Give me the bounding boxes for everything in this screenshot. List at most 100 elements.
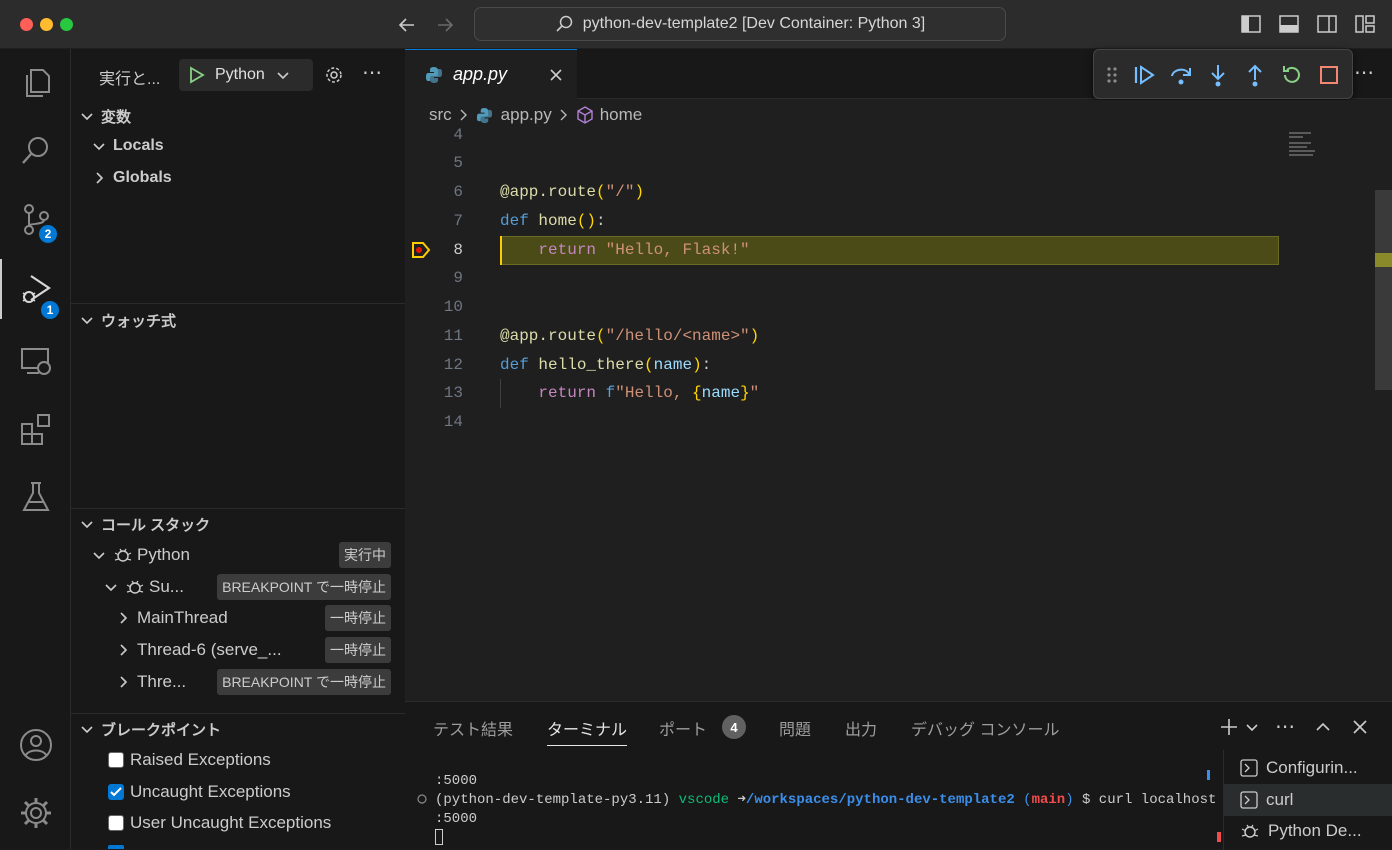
activity-bar: 2 1 (0, 49, 71, 849)
variables-section-header[interactable]: 変数 (71, 101, 405, 131)
watch-section-header[interactable]: ウォッチ式 (71, 305, 405, 335)
step-into-icon[interactable] (1206, 63, 1230, 87)
toggle-panel-icon[interactable] (1278, 13, 1300, 35)
customize-layout-icon[interactable] (1354, 13, 1376, 35)
step-out-icon[interactable] (1243, 63, 1267, 87)
chevron-down-icon (93, 552, 105, 560)
code-line-13: return f"Hello, {name}" (538, 384, 760, 402)
more-actions-icon[interactable]: ⋯ (1275, 714, 1295, 739)
terminal-output[interactable]: :5000 (python-dev-template-py3.11) vscod… (435, 772, 1216, 848)
toggle-primary-sidebar-icon[interactable] (1240, 13, 1262, 35)
terminal-item-label: Python De... (1268, 821, 1362, 840)
terminal-prompt-env: (python-dev-template-py3.11) (435, 792, 671, 808)
minimap[interactable] (1285, 130, 1325, 160)
minimize-window-button[interactable] (40, 18, 53, 31)
gear-icon[interactable] (323, 64, 345, 86)
scrollbar-marker (1207, 770, 1210, 780)
debug-toolbar (1093, 49, 1353, 99)
close-window-button[interactable] (20, 18, 33, 31)
line-number: 10 (443, 298, 463, 316)
launch-config-select[interactable]: Python (179, 59, 313, 91)
callstack-title: コール スタック (101, 516, 211, 534)
watch-title: ウォッチ式 (101, 312, 177, 330)
callstack-thread-6[interactable]: Thread-6 (serve_... 一時停止 (71, 635, 405, 665)
partially-visible-checkbox[interactable] (108, 845, 124, 849)
tab-ports[interactable]: ポート (659, 716, 707, 746)
close-icon[interactable] (1351, 718, 1369, 736)
breadcrumb-file[interactable]: app.py (501, 105, 552, 125)
breakpoint-raised-exceptions[interactable]: Raised Exceptions (71, 745, 405, 775)
forward-arrow-icon[interactable] (434, 14, 456, 36)
plus-icon[interactable] (1219, 717, 1239, 737)
chevron-down-icon (81, 521, 93, 529)
code-editor[interactable]: 4 5 6 7 8 9 10 11 12 13 14 @app.route("/… (405, 126, 1392, 701)
breakpoints-section-header[interactable]: ブレークポイント (71, 714, 405, 744)
tab-app-py[interactable]: app.py (405, 49, 577, 99)
restart-icon[interactable] (1280, 63, 1304, 87)
callstack-section-header[interactable]: コール スタック (71, 509, 405, 539)
checkmark-icon (110, 787, 122, 797)
stop-icon[interactable] (1317, 63, 1341, 87)
chevron-right-icon (560, 109, 567, 121)
code-line-12: def hello_there(name): (500, 356, 712, 374)
tab-output[interactable]: 出力 (845, 716, 877, 746)
extensions-icon (20, 414, 50, 445)
terminal-item-curl[interactable]: curl (1224, 784, 1392, 816)
activity-testing[interactable] (0, 467, 71, 527)
editor-more-actions-icon[interactable]: ⋯ (1354, 60, 1374, 85)
back-arrow-icon[interactable] (396, 14, 418, 36)
activity-run-debug[interactable]: 1 (0, 259, 71, 321)
callstack-status-badge: BREAKPOINT で一時停止 (217, 574, 391, 600)
variables-item-label: Globals (113, 169, 172, 186)
maximize-window-button[interactable] (60, 18, 73, 31)
method-symbol-icon (577, 106, 593, 124)
callstack-thread-main[interactable]: MainThread 一時停止 (71, 603, 405, 633)
command-center-search[interactable]: python-dev-template2 [Dev Container: Pyt… (474, 7, 1006, 41)
maximize-panel-icon[interactable] (1314, 718, 1332, 736)
tab-test-results[interactable]: テスト結果 (433, 716, 513, 746)
tab-terminal[interactable]: ターミナル (547, 716, 628, 746)
vertical-scrollbar[interactable] (1375, 190, 1392, 390)
activity-explorer[interactable] (0, 53, 71, 113)
tab-debug-console[interactable]: デバッグ コンソール (911, 716, 1059, 746)
more-actions-icon[interactable]: ⋯ (362, 60, 382, 85)
terminal-item-label: curl (1266, 790, 1294, 809)
scrollbar-current-line-marker (1375, 253, 1392, 267)
user-uncaught-exceptions-checkbox[interactable] (108, 815, 124, 831)
command-decoration-icon[interactable] (417, 794, 427, 804)
continue-icon[interactable] (1132, 63, 1156, 87)
drag-handle-icon[interactable] (1104, 63, 1120, 87)
activity-accounts[interactable] (0, 715, 71, 775)
activity-extensions[interactable] (0, 399, 71, 459)
activity-manage[interactable] (0, 783, 71, 843)
variables-item-locals[interactable]: Locals (71, 131, 405, 161)
activity-remote-explorer[interactable] (0, 331, 71, 391)
step-over-icon[interactable] (1169, 63, 1193, 87)
callstack-thread-other[interactable]: Thre... BREAKPOINT で一時停止 (71, 667, 405, 697)
window-title: python-dev-template2 [Dev Container: Pyt… (582, 15, 926, 32)
terminal-item-python-debug[interactable]: Python De... (1224, 815, 1392, 847)
breadcrumb-symbol[interactable]: home (600, 105, 643, 125)
breakpoint-user-uncaught-exceptions[interactable]: User Uncaught Exceptions (71, 808, 405, 838)
chevron-right-icon (460, 109, 467, 121)
uncaught-exceptions-checkbox[interactable] (108, 784, 124, 800)
activity-search[interactable] (0, 121, 71, 181)
activity-source-control[interactable]: 2 (0, 189, 71, 249)
close-icon[interactable] (549, 68, 563, 82)
tab-problems[interactable]: 問題 (779, 716, 811, 746)
callstack-subprocess[interactable]: Su... BREAKPOINT で一時停止 (71, 572, 405, 602)
raised-exceptions-checkbox[interactable] (108, 752, 124, 768)
terminal-item-configuring[interactable]: Configurin... (1224, 752, 1392, 784)
line-number: 7 (453, 212, 463, 230)
indent-guide (500, 379, 501, 408)
callstack-session-python[interactable]: Python 実行中 (71, 540, 405, 570)
callstack-item-label: Su... (149, 577, 184, 596)
toggle-secondary-sidebar-icon[interactable] (1316, 13, 1338, 35)
start-debugging-icon[interactable] (189, 66, 205, 84)
callstack-item-label: Thre... (137, 672, 187, 691)
section-divider (71, 303, 405, 304)
breakpoint-uncaught-exceptions[interactable]: Uncaught Exceptions (71, 777, 405, 807)
chevron-down-icon[interactable] (1245, 722, 1259, 734)
variables-item-globals[interactable]: Globals (71, 163, 405, 193)
line-number: 12 (443, 356, 463, 374)
